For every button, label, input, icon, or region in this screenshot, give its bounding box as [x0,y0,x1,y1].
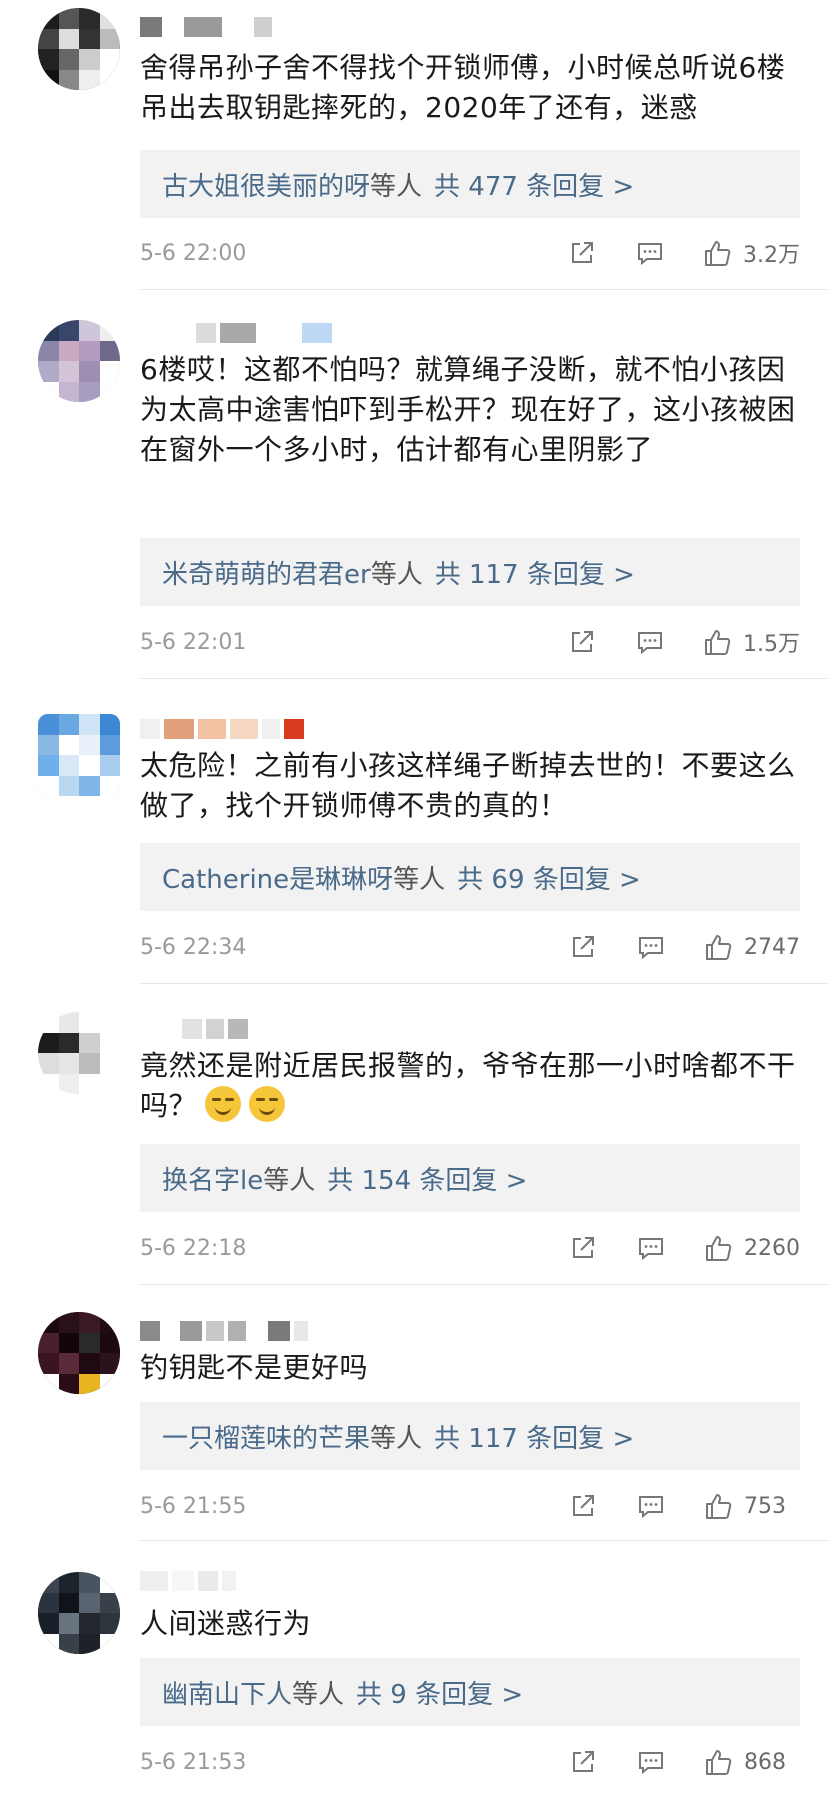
share-icon[interactable] [568,1747,598,1777]
reply-user: Catherine是琳琳呀 [162,864,394,895]
reply-suffix: 等人 [292,1679,345,1710]
share-icon[interactable] [568,1233,598,1263]
reply-suffix: 等人 [370,559,423,590]
comment-date: 5-6 22:34 [140,934,247,960]
reply-user: 古大姐很美丽的呀 [162,171,371,202]
comment-meta: 5-6 22:18 2260 [140,1228,800,1268]
avatar[interactable] [38,1312,120,1394]
reply-suffix: 等人 [370,171,423,202]
comment-date: 5-6 22:18 [140,1235,247,1261]
thumbs-up-icon[interactable] [704,932,734,962]
comment-text: 人间迷惑行为 [140,1607,312,1640]
username-blurred[interactable] [140,1018,248,1040]
comment-icon[interactable] [635,238,665,268]
thumbs-up-icon[interactable] [704,1747,734,1777]
thumbs-up-icon[interactable] [704,1233,734,1263]
reply-user: 一只榴莲味的芒果 [162,1423,371,1454]
divider [140,678,828,679]
like-count: 1.5万 [743,632,800,657]
comment-icon[interactable] [636,932,666,962]
like-count: 753 [744,1493,786,1519]
divider [140,1540,828,1541]
sleepy-face-emoji-icon [205,1086,242,1122]
comment-meta: 5-6 21:53 868 [140,1742,800,1782]
comment-icon[interactable] [636,1491,666,1521]
like-count: 2260 [744,1235,800,1261]
reply-count: 共 9 条回复 > [356,1679,524,1710]
share-icon[interactable] [567,238,597,268]
like-count: 3.2万 [743,243,800,268]
replies-link[interactable]: Catherine是琳琳呀 等人共 69 条回复 > [140,843,800,911]
comment-text: 舍得吊孙子舍不得找个开锁师傅，小时候总听说6楼吊出去取钥匙摔死的，2020年了还… [140,51,786,124]
comment-text: 6楼哎！这都不怕吗？就算绳子没断，就不怕小孩因为太高中途害怕吓到手松开？现在好了… [140,353,796,466]
replies-link[interactable]: 幽南山下人 等人共 9 条回复 > [140,1658,800,1726]
comment-meta: 5-6 21:55 753 [140,1486,800,1526]
avatar[interactable] [38,320,120,402]
username-blurred[interactable] [140,1320,308,1342]
comment-icon[interactable] [636,1233,666,1263]
reply-count: 共 154 条回复 > [327,1165,528,1196]
username-blurred[interactable] [140,16,272,38]
avatar[interactable] [38,1012,120,1094]
reply-count: 共 117 条回复 > [434,1423,635,1454]
comment-date: 5-6 21:55 [140,1493,247,1519]
share-icon[interactable] [567,627,597,657]
thumbs-up-icon[interactable] [704,1491,734,1521]
divider [140,983,828,984]
comment-text: 竟然还是附近居民报警的，爷爷在那一小时啥都不干吗？ [140,1046,800,1126]
comment-meta: 5-6 22:34 2747 [140,927,800,967]
replies-link[interactable]: 米奇萌萌的君君er 等人共 117 条回复 > [140,538,800,606]
reply-suffix: 等人 [393,864,446,895]
share-icon[interactable] [568,932,598,962]
comment-meta: 5-6 22:00 3.2万 [140,233,800,273]
divider [140,1284,828,1285]
share-icon[interactable] [568,1491,598,1521]
comment-meta: 5-6 22:01 1.5万 [140,622,800,662]
reply-count: 共 117 条回复 > [434,559,635,590]
comment-text: 太危险！之前有小孩这样绳子断掉去世的！不要这么做了，找个开锁师傅不贵的真的！ [140,749,796,822]
avatar[interactable] [38,1572,120,1654]
like-count: 2747 [744,934,800,960]
avatar[interactable] [38,8,120,90]
replies-link[interactable]: 一只榴莲味的芒果 等人共 117 条回复 > [140,1402,800,1470]
like-count: 868 [744,1749,786,1775]
sleepy-face-emoji-icon [249,1086,286,1122]
username-blurred[interactable] [140,322,332,344]
replies-link[interactable]: 换名字le 等人共 154 条回复 > [140,1144,800,1212]
reply-user: 幽南山下人 [162,1679,293,1710]
thumbs-up-icon[interactable] [703,238,733,268]
reply-user: 换名字le [162,1165,264,1196]
username-blurred[interactable] [140,718,304,740]
comment-date: 5-6 22:00 [140,240,247,266]
avatar[interactable] [38,714,120,796]
comment-date: 5-6 21:53 [140,1749,247,1775]
thumbs-up-icon[interactable] [703,627,733,657]
comment-icon[interactable] [636,1747,666,1777]
reply-suffix: 等人 [370,1423,423,1454]
username-blurred[interactable] [140,1570,236,1592]
reply-user: 米奇萌萌的君君er [162,559,371,590]
reply-suffix: 等人 [263,1165,316,1196]
comment-icon[interactable] [635,627,665,657]
reply-count: 共 477 条回复 > [434,171,635,202]
divider [140,289,828,290]
replies-link[interactable]: 古大姐很美丽的呀 等人共 477 条回复 > [140,150,800,218]
reply-count: 共 69 条回复 > [457,864,641,895]
comment-date: 5-6 22:01 [140,629,247,655]
comment-text: 钓钥匙不是更好吗 [140,1351,369,1384]
